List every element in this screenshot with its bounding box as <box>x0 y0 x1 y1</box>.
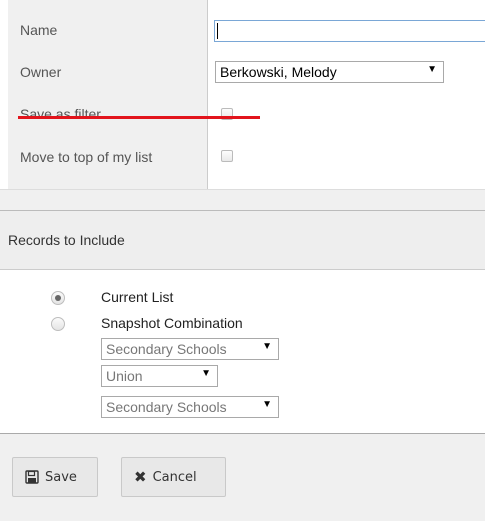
records-section-header: Records to Include <box>0 211 485 269</box>
dropdown-arrow-icon: ▼ <box>262 399 272 410</box>
snapshot-1-select[interactable]: Secondary Schools ▼ <box>101 338 279 360</box>
current-list-radio[interactable] <box>51 291 65 305</box>
dropdown-arrow-icon: ▼ <box>262 341 272 352</box>
cancel-button-label: Cancel <box>152 469 197 485</box>
snapshot-2-select[interactable]: Secondary Schools ▼ <box>101 396 279 418</box>
owner-label: Owner <box>20 64 62 80</box>
radio-selected-dot <box>55 295 61 301</box>
name-input[interactable] <box>214 20 485 42</box>
snapshot-combination-radio[interactable] <box>51 317 65 331</box>
dropdown-arrow-icon: ▼ <box>201 368 211 379</box>
move-to-top-checkbox[interactable] <box>221 150 233 162</box>
snapshot-dialog: Name Owner Berkowski, Melody ▼ Save as f… <box>0 0 485 521</box>
save-as-filter-label: Save as filter <box>20 106 101 122</box>
floppy-disk-icon <box>25 470 39 484</box>
cancel-button[interactable]: ✖ Cancel <box>121 457 226 497</box>
name-label: Name <box>20 22 58 38</box>
save-button-label: Save <box>45 469 77 485</box>
divider <box>0 189 485 190</box>
snapshot-combination-label: Snapshot Combination <box>101 315 243 331</box>
save-button[interactable]: Save <box>12 457 98 497</box>
operator-value: Union <box>106 368 143 384</box>
red-strikethrough-annotation <box>18 116 260 119</box>
text-caret <box>217 23 218 39</box>
snapshot-1-value: Secondary Schools <box>106 341 227 357</box>
owner-select-value: Berkowski, Melody <box>220 64 337 80</box>
close-icon: ✖ <box>134 468 147 486</box>
owner-select[interactable]: Berkowski, Melody ▼ <box>215 61 444 83</box>
snapshot-2-value: Secondary Schools <box>106 399 227 415</box>
dropdown-arrow-icon: ▼ <box>427 64 437 75</box>
current-list-label: Current List <box>101 289 174 305</box>
operator-select[interactable]: Union ▼ <box>101 365 218 387</box>
move-to-top-label: Move to top of my list <box>20 149 153 165</box>
records-section-title: Records to Include <box>8 232 125 248</box>
